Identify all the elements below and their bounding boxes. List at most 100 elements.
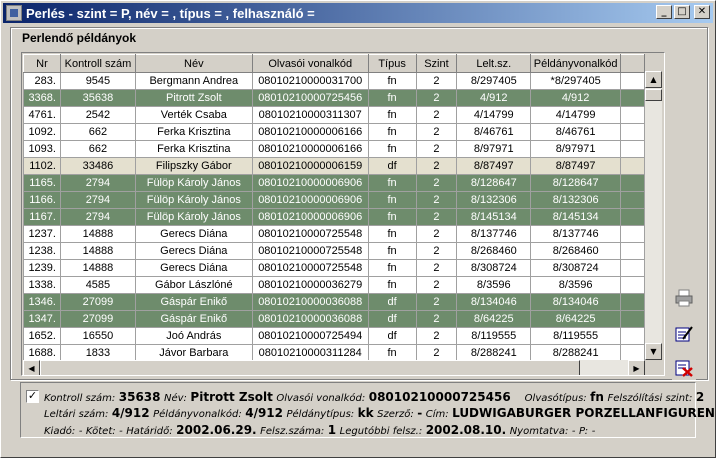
table-cell: 08010210000311307: [251, 106, 369, 124]
table-row[interactable]: 283. 9545 Bergmann Andrea 08010210000031700…: [23, 72, 645, 90]
szerzo-value: -: [417, 406, 423, 420]
table-row[interactable]: 1092. 662 Ferka Krisztina 08010210000006166…: [23, 123, 645, 141]
table-cell: 8/128647: [530, 174, 622, 192]
column-header[interactable]: Név: [134, 54, 253, 73]
column-header[interactable]: Példányvonalkód: [530, 54, 622, 73]
table-cell: Fülöp Károly János: [134, 174, 253, 192]
edit-list-button[interactable]: [672, 322, 696, 346]
nyomtatva-value: -: [571, 426, 576, 437]
close-button[interactable]: ✕: [694, 5, 710, 19]
table-cell: 8/132306: [456, 191, 532, 209]
kontroll-label: Kontroll szám:: [44, 393, 116, 404]
print-button[interactable]: [672, 286, 696, 310]
table-cell: 08010210000006159: [251, 157, 369, 175]
table-cell: 16550: [59, 327, 136, 345]
table-cell: 3368.: [23, 89, 61, 107]
table-body: 283. 9545 Bergmann Andrea 08010210000031700…: [23, 72, 645, 360]
scroll-down-button[interactable]: ▼: [645, 343, 662, 360]
vertical-scrollbar[interactable]: ▲ ▼: [645, 71, 662, 360]
legutobbi-label: Legutóbbi felsz.:: [339, 426, 423, 437]
title-bar[interactable]: Perlés - szint = P, név = , típus = , fe…: [3, 3, 713, 23]
legutobbi-value: 2002.08.10.: [425, 423, 507, 437]
detail-checkbox[interactable]: ✓: [26, 390, 39, 403]
szint-label: Felszólítási szint:: [607, 393, 693, 404]
table-row[interactable]: 1167. 2794 Fülöp Károly János 0801021000000…: [23, 208, 645, 226]
table-cell-filler: [620, 242, 645, 260]
minimize-button[interactable]: _: [656, 5, 672, 19]
scroll-left-button[interactable]: ◀: [23, 360, 40, 375]
table-cell: Gerecs Diána: [134, 242, 253, 260]
table-cell: 08010210000311284: [251, 344, 369, 360]
szerzo-label: Szerző:: [377, 409, 414, 420]
table-cell: Fülöp Károly János: [134, 208, 253, 226]
table-row[interactable]: 1093. 662 Ferka Krisztina 08010210000006166…: [23, 140, 645, 158]
delete-button[interactable]: [672, 356, 696, 380]
column-header[interactable]: Szint: [415, 54, 458, 73]
column-header[interactable]: Kontroll szám: [59, 54, 136, 73]
felsz-label: Felsz.száma:: [260, 426, 325, 437]
column-header[interactable]: Nr: [23, 54, 61, 73]
table-cell: Gerecs Diána: [134, 225, 253, 243]
table-row[interactable]: 1652. 16550 Joó András 08010210000725494 df 2…: [23, 327, 645, 345]
horizontal-scroll-thumb[interactable]: [40, 360, 580, 375]
table-cell: 8/119555: [530, 327, 622, 345]
table-cell: 14888: [59, 242, 136, 260]
column-header[interactable]: Lelt.sz.: [456, 54, 532, 73]
table-row[interactable]: 1102. 33486 Filipszky Gábor 080102100000061…: [23, 157, 645, 175]
table-cell: 8/145134: [456, 208, 532, 226]
table-cell: 8/134046: [530, 293, 622, 311]
table-row[interactable]: 1166. 2794 Fülöp Károly János 0801021000000…: [23, 191, 645, 209]
table-cell: fn: [367, 89, 417, 107]
kiado-label: Kiadó:: [44, 426, 76, 437]
nev-label: Név:: [164, 393, 187, 404]
table-cell-filler: [620, 293, 645, 311]
vertical-scroll-thumb[interactable]: [645, 89, 662, 101]
table-row[interactable]: 1688. 1833 Jávor Barbara 08010210000311284 f…: [23, 344, 645, 360]
table-row[interactable]: 1346. 27099 Gáspár Enikő 08010210000036088 d…: [23, 293, 645, 311]
scroll-up-button[interactable]: ▲: [645, 71, 662, 88]
table-cell: 08010210000725548: [251, 242, 369, 260]
leltari-value: 4/912: [111, 406, 150, 420]
table-row[interactable]: 1347. 27099 Gáspár Enikő 08010210000036088 d…: [23, 310, 645, 328]
table-cell: 1102.: [23, 157, 61, 175]
table-cell: 08010210000036088: [251, 293, 369, 311]
scroll-right-button[interactable]: ▶: [628, 360, 645, 375]
table-row[interactable]: 1338. 4585 Gábor Lászlóné 08010210000036279…: [23, 276, 645, 294]
table-cell: 8/3596: [456, 276, 532, 294]
column-header[interactable]: Olvasói vonalkód: [251, 54, 369, 73]
pvk-value: 4/912: [245, 406, 283, 420]
data-grid[interactable]: Nr Kontroll szám Név Olvasói vonalkód Típus S…: [21, 52, 665, 376]
table-cell: 8/308724: [456, 259, 532, 277]
maximize-button[interactable]: □: [674, 5, 690, 19]
table-row[interactable]: 1165. 2794 Fülöp Károly János 0801021000000…: [23, 174, 645, 192]
table-cell: 1167.: [23, 208, 61, 226]
table-cell: fn: [367, 72, 417, 90]
table-cell: 8/97971: [530, 140, 622, 158]
grid-viewport[interactable]: Nr Kontroll szám Név Olvasói vonalkód Típus S…: [23, 54, 645, 360]
table-cell: 1093.: [23, 140, 61, 158]
table-cell: Gerecs Diána: [134, 259, 253, 277]
table-cell-filler: [620, 208, 645, 226]
table-cell: 2: [415, 89, 458, 107]
table-cell: fn: [367, 140, 417, 158]
table-row[interactable]: 4761. 2542 Verték Csaba 08010210000311307 fn…: [23, 106, 645, 124]
table-cell: 8/145134: [530, 208, 622, 226]
table-cell: 8/137746: [530, 225, 622, 243]
cim-value: LUDWIGABURGER PORZELLANFIGUREN: [452, 406, 715, 420]
table-cell: 14888: [59, 259, 136, 277]
horizontal-scrollbar[interactable]: ◀ ▶: [23, 360, 645, 375]
column-header[interactable]: Típus: [367, 54, 417, 73]
edit-list-icon: [675, 326, 693, 342]
table-cell: 1347.: [23, 310, 61, 328]
table-cell: 8/97971: [456, 140, 532, 158]
table-cell: 4585: [59, 276, 136, 294]
table-row[interactable]: 1239. 14888 Gerecs Diána 08010210000725548 f…: [23, 259, 645, 277]
table-cell: 1338.: [23, 276, 61, 294]
table-row[interactable]: 1237. 14888 Gerecs Diána 08010210000725548 f…: [23, 225, 645, 243]
table-cell: 8/137746: [456, 225, 532, 243]
table-cell: 2: [415, 72, 458, 90]
table-row[interactable]: 1238. 14888 Gerecs Diána 08010210000725548 f…: [23, 242, 645, 260]
table-cell: 08010210000725494: [251, 327, 369, 345]
detail-line-3: Kiadó: - Kötet: - Határidő: 2002.06.29. …: [44, 423, 595, 437]
table-row[interactable]: 3368. 35638 Pitrott Zsolt 08010210000725456…: [23, 89, 645, 107]
